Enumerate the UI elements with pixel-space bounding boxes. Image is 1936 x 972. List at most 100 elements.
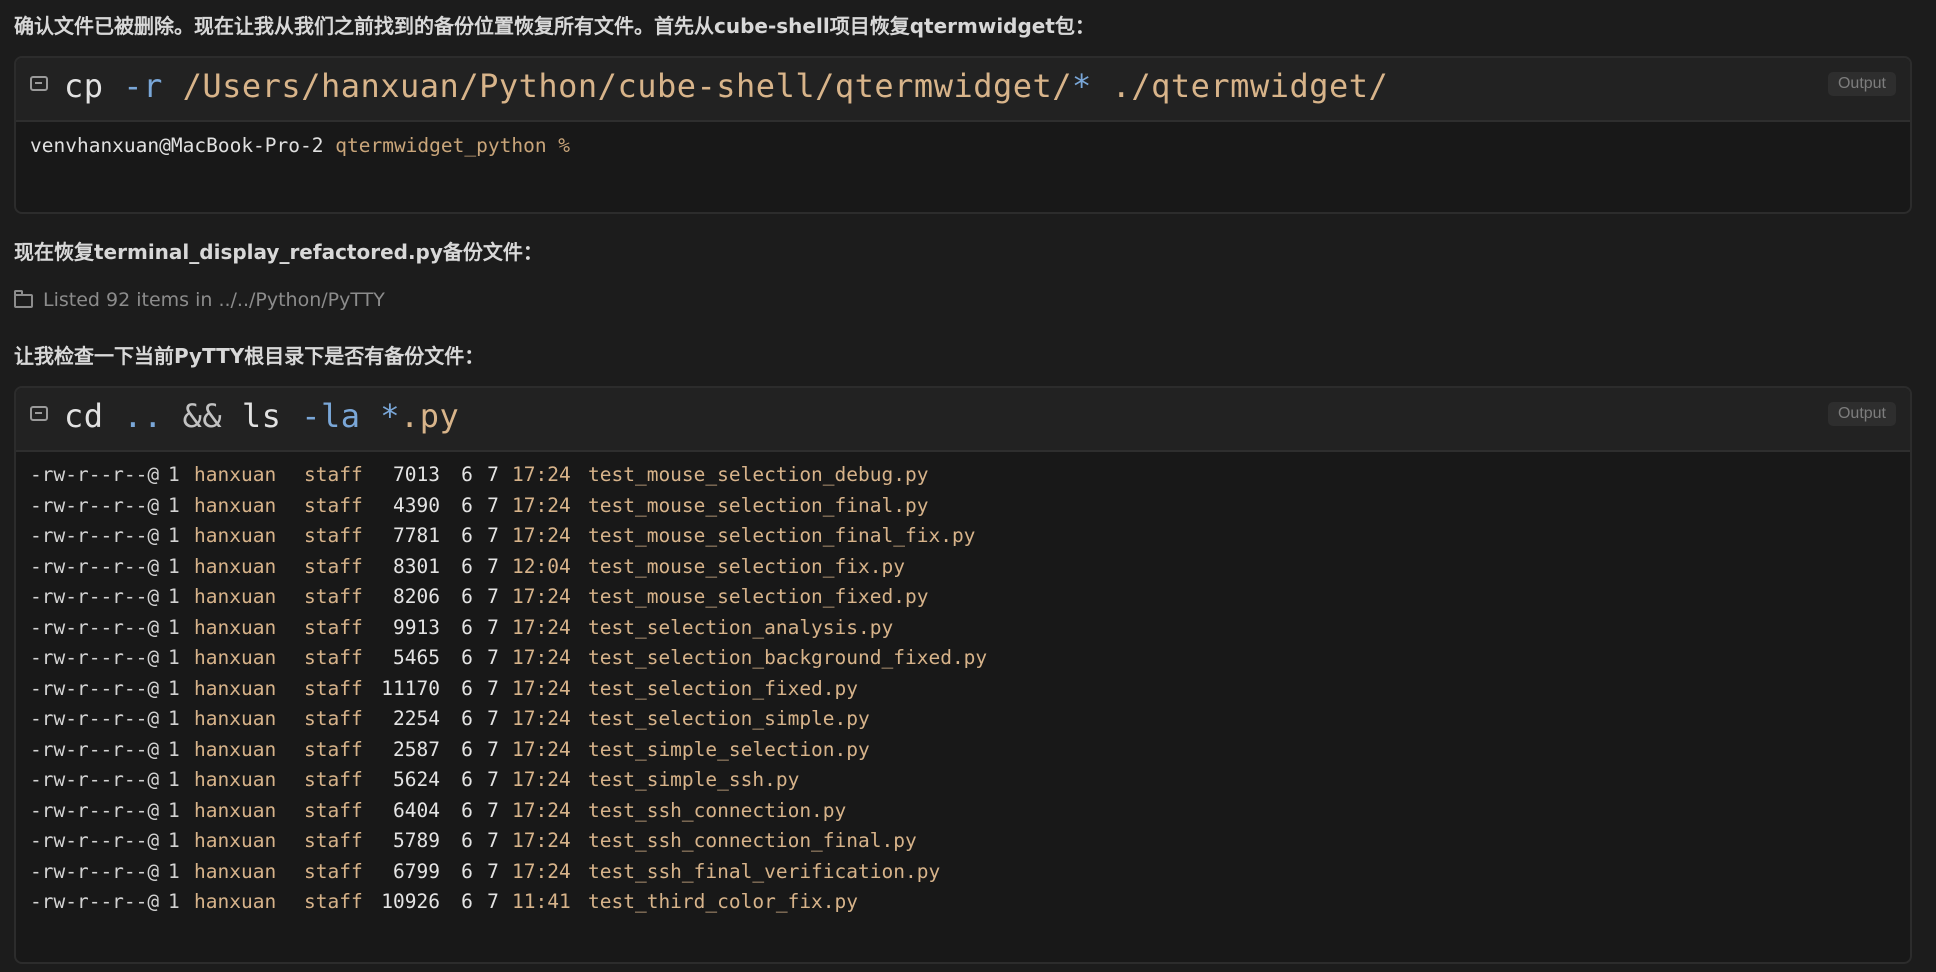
file-size: 5624: [393, 768, 440, 791]
terminal-icon: [30, 76, 48, 91]
ls-output-row: -rw-r--r--@ 1 hanxuan staff 8301 6 7 12:04 test_…: [30, 552, 1896, 583]
assistant-message-restore: 现在恢复terminal_display_refactored.py备份文件：: [14, 240, 543, 264]
file-name: test_mouse_selection_fix.py: [588, 554, 905, 578]
command-token: &&: [182, 397, 223, 435]
group: staff: [304, 646, 363, 669]
group: staff: [304, 737, 363, 761]
listed-items-text: Listed 92 items in ../../Python/PyTTY: [43, 289, 385, 311]
day: 7: [487, 615, 499, 639]
terminal-icon: [30, 406, 48, 421]
command-token: cp: [64, 67, 104, 105]
day: 7: [487, 676, 499, 700]
month: 6: [461, 798, 473, 822]
group: staff: [304, 707, 363, 730]
file-size: 8301: [393, 554, 440, 578]
mod-time: 17:24: [512, 524, 571, 547]
owner: hanxuan: [194, 676, 277, 700]
ls-output-row: -rw-r--r--@ 1 hanxuan staff 5789 6 7 17:24 test_…: [30, 826, 1896, 857]
command-token: [104, 67, 124, 105]
ls-output-row: -rw-r--r--@ 1 hanxuan staff 6799 6 7 17:24 test_…: [30, 857, 1896, 888]
permissions: -rw-r--r--@: [30, 615, 160, 639]
file-name: test_selection_analysis.py: [588, 615, 894, 639]
file-name: test_mouse_selection_final.py: [588, 493, 929, 517]
day: 7: [487, 463, 499, 486]
mod-time: 17:24: [512, 493, 571, 517]
ls-output-row: -rw-r--r--@ 1 hanxuan staff 5624 6 7 17:24 test_…: [30, 765, 1896, 796]
day: 7: [487, 554, 499, 578]
month: 6: [461, 646, 473, 669]
month: 6: [461, 585, 473, 608]
file-name: test_selection_fixed.py: [588, 676, 859, 700]
month: 6: [461, 890, 473, 913]
mod-time: 17:24: [512, 829, 571, 852]
month: 6: [461, 493, 473, 517]
folder-icon: [14, 290, 33, 308]
permissions: -rw-r--r--@: [30, 676, 160, 700]
owner: hanxuan: [194, 554, 277, 578]
link-count: 1: [168, 768, 180, 791]
link-count: 1: [168, 859, 180, 883]
permissions: -rw-r--r--@: [30, 463, 160, 486]
output-button[interactable]: Output: [1827, 72, 1896, 96]
group: staff: [304, 585, 363, 608]
prompt-host: venvhanxuan@MacBook-Pro-2: [30, 134, 324, 157]
group: staff: [304, 829, 363, 852]
ls-output-row: -rw-r--r--@ 1 hanxuan staff 7781 6 7 17:24 test_…: [30, 521, 1896, 552]
link-count: 1: [168, 493, 180, 517]
command-text: cp -r /Users/hanxuan/Python/cube-shell/q…: [64, 67, 1388, 105]
mod-time: 12:04: [512, 554, 571, 578]
file-name: test_ssh_final_verification.py: [588, 859, 941, 883]
terminal-block-header: cp -r /Users/hanxuan/Python/cube-shell/q…: [16, 58, 1910, 122]
permissions: -rw-r--r--@: [30, 768, 160, 791]
permissions: -rw-r--r--@: [30, 737, 160, 761]
ls-output-row: -rw-r--r--@ 1 hanxuan staff 2254 6 7 17:24 test_…: [30, 704, 1896, 735]
output-button[interactable]: Output: [1827, 402, 1896, 426]
file-size: 9913: [393, 615, 440, 639]
mod-time: 17:24: [512, 798, 571, 822]
permissions: -rw-r--r--@: [30, 798, 160, 822]
permissions: -rw-r--r--@: [30, 524, 160, 547]
command-token: ./qtermwidget/: [1091, 67, 1389, 105]
permissions: -rw-r--r--@: [30, 707, 160, 730]
terminal-output: venvhanxuan@MacBook-Pro-2 qtermwidget_py…: [16, 122, 1910, 169]
day: 7: [487, 890, 499, 913]
month: 6: [461, 615, 473, 639]
file-size: 5789: [393, 829, 440, 852]
link-count: 1: [168, 524, 180, 547]
owner: hanxuan: [194, 829, 277, 852]
mod-time: 17:24: [512, 676, 571, 700]
listed-items-row[interactable]: Listed 92 items in ../../Python/PyTTY: [14, 289, 385, 311]
file-name: test_ssh_connection_final.py: [588, 829, 917, 852]
chat-transcript: 确认文件已被删除。现在让我从我们之前找到的备份位置恢复所有文件。首先从cube-…: [0, 0, 1936, 972]
group: staff: [304, 554, 363, 578]
ls-output-row: -rw-r--r--@ 1 hanxuan staff 7013 6 7 17:24 test_…: [30, 460, 1896, 491]
command-text: cd .. && ls -la *.py: [64, 397, 459, 435]
group: staff: [304, 676, 363, 700]
mod-time: 17:24: [512, 768, 571, 791]
day: 7: [487, 524, 499, 547]
mod-time: 17:24: [512, 463, 571, 486]
owner: hanxuan: [194, 493, 277, 517]
ls-output-row: -rw-r--r--@ 1 hanxuan staff 8206 6 7 17:24 test_…: [30, 582, 1896, 613]
link-count: 1: [168, 585, 180, 608]
link-count: 1: [168, 829, 180, 852]
month: 6: [461, 554, 473, 578]
owner: hanxuan: [194, 890, 277, 913]
month: 6: [461, 859, 473, 883]
owner: hanxuan: [194, 737, 277, 761]
assistant-message-check: 让我检查一下当前PyTTY根目录下是否有备份文件：: [14, 344, 485, 368]
owner: hanxuan: [194, 859, 277, 883]
command-token: *: [380, 397, 401, 435]
group: staff: [304, 615, 363, 639]
permissions: -rw-r--r--@: [30, 554, 160, 578]
file-name: test_simple_ssh.py: [588, 768, 800, 791]
owner: hanxuan: [194, 768, 277, 791]
command-token: cd: [64, 397, 104, 435]
command-token: *: [1072, 67, 1092, 105]
file-size: 7781: [393, 524, 440, 547]
link-count: 1: [168, 737, 180, 761]
file-size: 4390: [393, 493, 440, 517]
owner: hanxuan: [194, 524, 277, 547]
file-size: 7013: [393, 463, 440, 486]
link-count: 1: [168, 615, 180, 639]
